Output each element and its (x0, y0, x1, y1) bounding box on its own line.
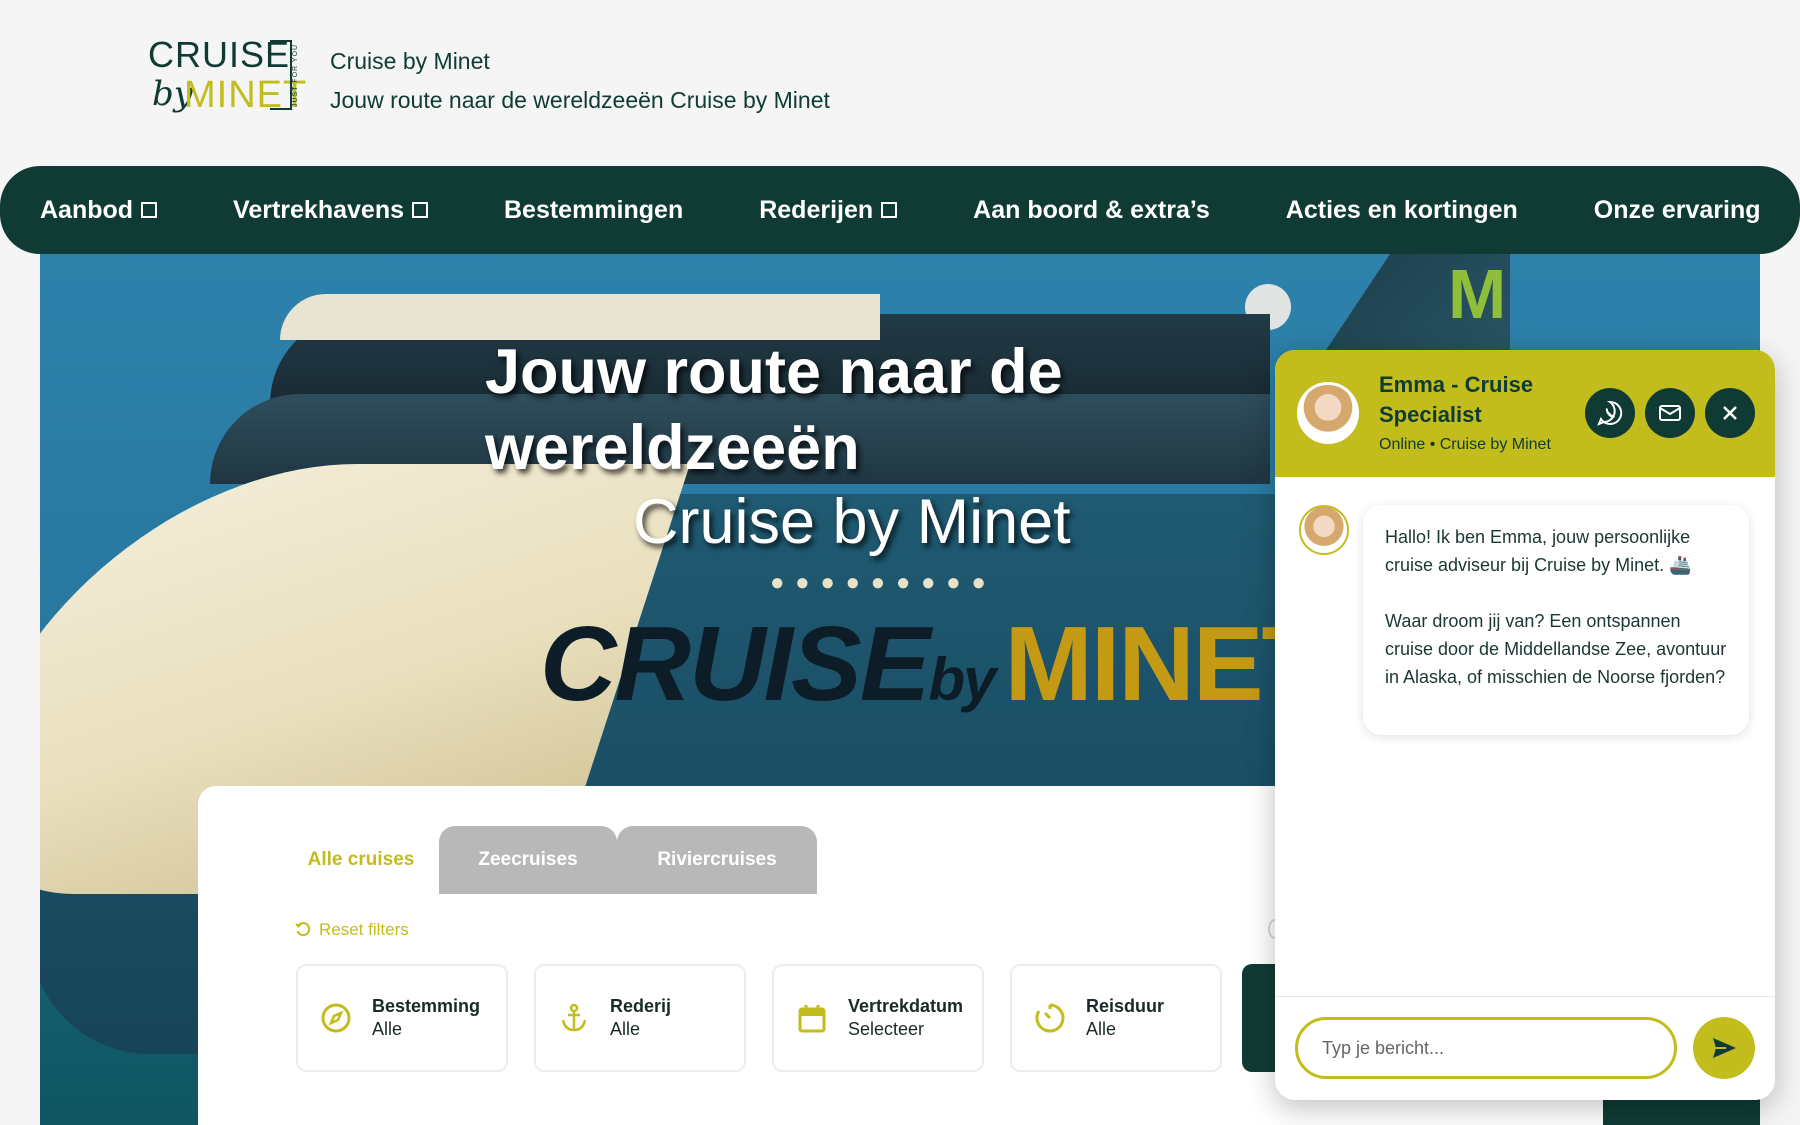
reset-filters-button[interactable]: Reset filters (295, 920, 409, 940)
filter-label: Rederij (610, 996, 672, 1016)
timer-icon (1035, 1003, 1065, 1033)
agent-name: Emma - Cruise Specialist (1379, 372, 1534, 427)
chat-widget: Emma - Cruise Specialist Online • Cruise… (1275, 350, 1775, 1100)
reset-filters-label: Reset filters (319, 920, 409, 939)
filter-reisduur[interactable]: Reisduur Alle (1010, 964, 1222, 1072)
nav-item-bestemmingen[interactable]: Bestemmingen (504, 196, 683, 225)
tab-alle-cruises[interactable]: Alle cruises (283, 826, 439, 894)
logo-tagline: JUST FOR YOU (292, 43, 299, 107)
filter-rederij[interactable]: Rederij Alle (534, 964, 746, 1072)
mail-icon (1659, 405, 1681, 421)
ship-portholes: ● ● ● ● ● ● ● ● ● (770, 569, 988, 596)
main-nav: Aanbod Vertrekhavens Bestemmingen Rederi… (0, 166, 1800, 254)
filter-value: Alle (372, 1019, 403, 1039)
compass-icon (321, 1003, 351, 1033)
nav-item-vertrekhavens[interactable]: Vertrekhavens (233, 196, 428, 225)
agent-avatar (1297, 382, 1359, 444)
send-button[interactable] (1693, 1017, 1755, 1079)
ship-brand-cruise: CRUISE (540, 605, 931, 723)
dropdown-box-icon (412, 202, 428, 218)
nav-item-label: Acties en kortingen (1285, 195, 1518, 224)
nav-item-label: Aanbod (40, 195, 134, 224)
nav-item-label: Onze ervaring (1593, 195, 1761, 224)
brand-logo[interactable]: CRUISE by MINET JUST FOR YOU (148, 34, 306, 130)
chat-footer (1275, 996, 1775, 1100)
anchor-icon (561, 1003, 587, 1032)
whatsapp-icon (1597, 400, 1623, 426)
cruise-type-tabs: Alle cruises Zeecruises Riviercruises (283, 826, 817, 894)
ship-brand-by: by (928, 646, 997, 713)
filter-label: Bestemming (372, 996, 481, 1016)
logo-word-cruise: CRUISE (148, 34, 291, 75)
tab-zeecruises[interactable]: Zeecruises (439, 826, 617, 894)
hero-title: Jouw route naar de wereldzeeën (485, 337, 1063, 483)
nav-item-acties[interactable]: Acties en kortingen (1286, 196, 1518, 225)
tab-riviercruises[interactable]: Riviercruises (617, 826, 817, 894)
dropdown-box-icon (881, 202, 898, 218)
nav-item-label: Bestemmingen (504, 195, 684, 224)
message-avatar (1299, 505, 1349, 555)
close-chat-button[interactable] (1705, 388, 1755, 438)
ship-brand-text: CRUISEbyMINET (540, 604, 1326, 725)
nav-item-label: Vertrekhavens (233, 195, 404, 224)
filter-value: Alle (1086, 1019, 1117, 1039)
nav-item-onze-ervaring[interactable]: Onze ervaring (1594, 196, 1761, 225)
agent-message: Hallo! Ik ben Emma, jouw persoonlijke cr… (1363, 505, 1749, 735)
site-header: CRUISE by MINET JUST FOR YOU Cruise by M… (0, 0, 1800, 166)
filter-bestemming[interactable]: Bestemming Alle (296, 964, 508, 1072)
nav-item-label: Rederijen (759, 195, 874, 224)
nav-item-aanbod[interactable]: Aanbod (40, 195, 158, 225)
filter-label: Vertrekdatum (848, 996, 964, 1016)
reset-icon (295, 922, 311, 937)
chat-messages: Hallo! Ik ben Emma, jouw persoonlijke cr… (1275, 477, 1775, 997)
nav-item-rederijen[interactable]: Rederijen (759, 195, 898, 225)
filter-row: Bestemming Alle Rederij Alle Vertrekdatu… (296, 964, 1222, 1072)
nav-item-aan-boord[interactable]: Aan boord & extra’s (973, 196, 1210, 225)
logo-bracket (270, 40, 292, 110)
funnel-letter: M (1448, 255, 1507, 333)
calendar-icon (798, 1005, 826, 1033)
filter-vertrekdatum[interactable]: Vertrekdatum Selecteer (772, 964, 984, 1072)
chat-header: Emma - Cruise Specialist Online • Cruise… (1275, 350, 1775, 477)
hero-subtitle: Cruise by Minet (633, 487, 1071, 557)
nav-item-label: Aan boord & extra’s (973, 195, 1210, 224)
filter-value: Alle (610, 1019, 641, 1039)
site-tagline: Jouw route naar de wereldzeeën Cruise by… (330, 87, 830, 113)
filter-label: Reisduur (1086, 996, 1165, 1016)
send-icon (1713, 1038, 1736, 1058)
site-title[interactable]: Cruise by Minet (330, 48, 490, 75)
mail-button[interactable] (1645, 388, 1695, 438)
chat-message-input[interactable] (1295, 1017, 1677, 1079)
dropdown-box-icon (141, 202, 158, 218)
close-icon (1723, 406, 1737, 420)
whatsapp-button[interactable] (1585, 388, 1635, 438)
filter-value: Selecteer (848, 1019, 925, 1039)
agent-status: Online • Cruise by Minet (1379, 436, 1551, 453)
